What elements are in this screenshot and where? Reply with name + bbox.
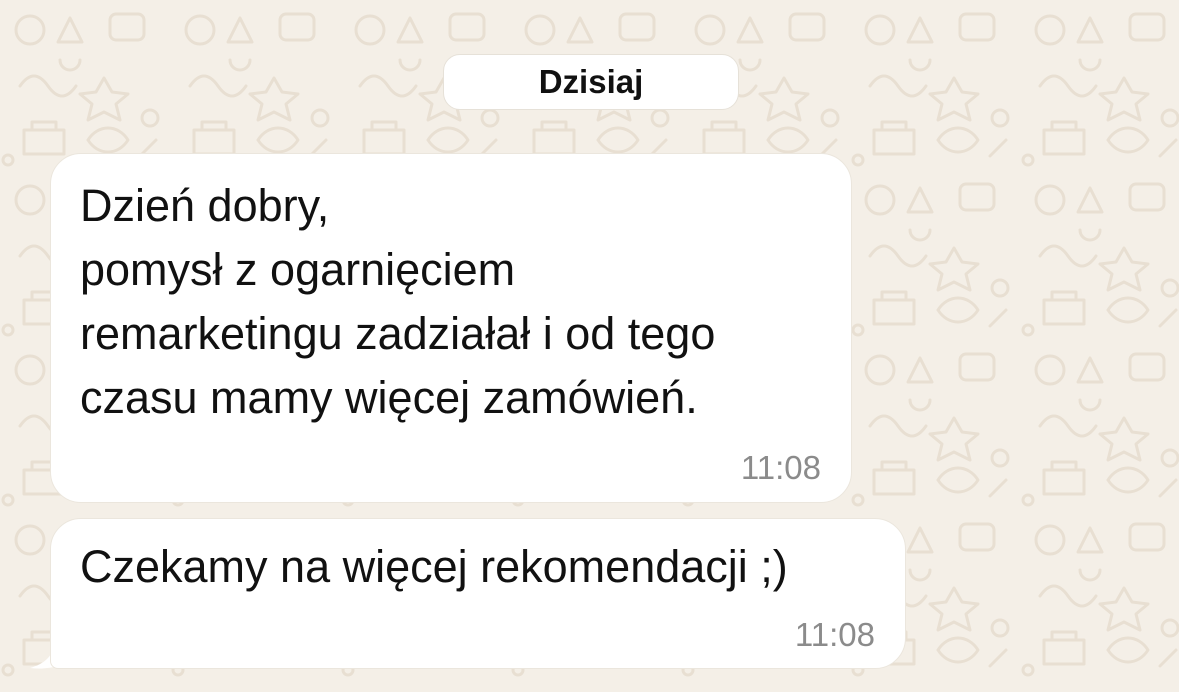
message-timestamp: 11:08 [740, 449, 821, 486]
message-text: Dzień dobry, pomysł z ogarnięciem remark… [80, 174, 715, 430]
message-timestamp: 11:08 [794, 616, 875, 653]
incoming-message-bubble[interactable]: Czekamy na więcej rekomendacji ;) 11:08 [50, 518, 906, 669]
incoming-message-bubble[interactable]: Dzień dobry, pomysł z ogarnięciem remark… [50, 153, 852, 503]
message-line: remarketingu zadziałał i od tego [80, 308, 716, 359]
message-line: czasu mamy więcej zamówień. [80, 372, 698, 423]
message-line: pomysł z ogarnięciem [80, 244, 516, 295]
date-separator: Dzisiaj [443, 54, 739, 110]
message-text: Czekamy na więcej rekomendacji ;) [80, 541, 788, 592]
message-line: Dzień dobry, [80, 180, 330, 231]
date-separator-label: Dzisiaj [538, 63, 644, 100]
